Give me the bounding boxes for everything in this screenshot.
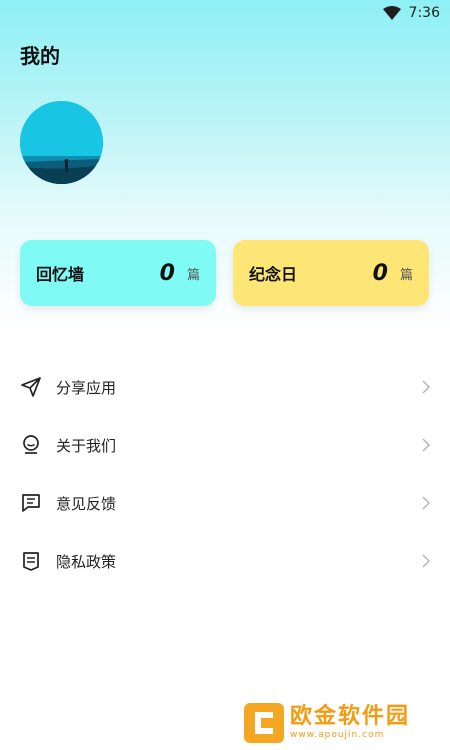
anniversary-count: 0 xyxy=(372,260,388,286)
policy-icon xyxy=(20,550,42,572)
send-icon xyxy=(20,376,42,398)
watermark-logo-icon xyxy=(244,703,284,743)
menu-item-label: 关于我们 xyxy=(56,436,117,455)
anniversary-card[interactable]: 纪念日 0 篇 xyxy=(233,240,429,306)
chevron-right-icon xyxy=(420,495,432,511)
menu-item-privacy-policy[interactable]: 隐私政策 xyxy=(0,532,450,590)
avatar[interactable] xyxy=(20,101,103,184)
smiley-icon xyxy=(20,434,42,456)
chevron-right-icon xyxy=(420,379,432,395)
menu-item-label: 分享应用 xyxy=(56,378,117,397)
chevron-right-icon xyxy=(420,437,432,453)
anniversary-unit: 篇 xyxy=(399,267,413,283)
memory-wall-count: 0 xyxy=(159,260,175,286)
menu-item-label: 意见反馈 xyxy=(56,494,117,513)
wifi-icon xyxy=(382,6,401,20)
menu-item-share-app[interactable]: 分享应用 xyxy=(0,358,450,416)
memory-wall-unit: 篇 xyxy=(186,267,200,283)
page-title: 我的 xyxy=(20,44,60,68)
menu-item-label: 隐私政策 xyxy=(56,552,117,571)
status-time: 7:36 xyxy=(408,5,440,21)
menu-item-feedback[interactable]: 意见反馈 xyxy=(0,474,450,532)
menu-item-about-us[interactable]: 关于我们 xyxy=(0,416,450,474)
status-bar: 7:36 xyxy=(0,0,450,26)
chevron-right-icon xyxy=(420,553,432,569)
memory-wall-label: 回忆墙 xyxy=(36,265,85,284)
watermark-title: 欧金软件园 xyxy=(290,704,411,729)
anniversary-label: 纪念日 xyxy=(249,265,298,284)
feedback-icon xyxy=(20,492,42,514)
watermark-url: www.apoujin.com xyxy=(290,730,385,740)
memory-wall-card[interactable]: 回忆墙 0 篇 xyxy=(20,240,216,306)
watermark: 欧金软件园 www.apoujin.com xyxy=(244,700,444,746)
settings-menu: 分享应用 关于我们 意见反馈 隐私政策 xyxy=(0,358,450,590)
